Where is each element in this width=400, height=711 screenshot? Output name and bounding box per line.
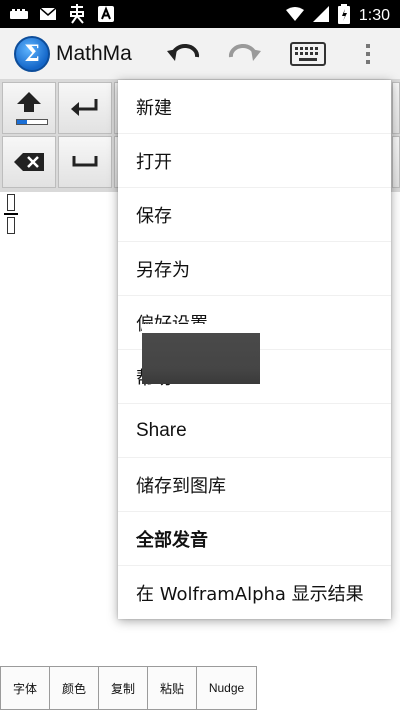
menu-item-wolframalpha[interactable]: 在 WolframAlpha 显示结果 <box>118 566 391 620</box>
overflow-menu-button[interactable] <box>354 34 382 74</box>
copy-button[interactable]: 复制 <box>98 666 148 710</box>
keypad-key-partial[interactable] <box>392 82 400 134</box>
menu-item-save-to-gallery[interactable]: 储存到图库 <box>118 458 391 512</box>
keyboard-button[interactable] <box>286 34 330 74</box>
fraction-template[interactable] <box>4 194 18 234</box>
shift-key[interactable] <box>2 82 56 134</box>
backspace-icon <box>14 153 44 171</box>
backspace-key[interactable] <box>2 136 56 188</box>
fraction-bar <box>4 213 18 215</box>
undo-icon <box>167 44 200 61</box>
wifi-icon <box>285 7 304 25</box>
mail-icon <box>39 7 57 24</box>
redaction-box <box>142 333 260 384</box>
menu-item-new[interactable]: 新建 <box>118 80 391 134</box>
keypad-key-partial[interactable] <box>392 136 400 188</box>
a-icon <box>98 6 114 26</box>
app-screen: 1:30 Σ MathMa 字体 颜色 复制 粘贴 Nudge 新建 打开 保存… <box>0 0 400 711</box>
shift-indicator <box>16 119 48 125</box>
redo-icon <box>228 44 261 61</box>
sd-card-icon <box>10 8 28 24</box>
shift-arrow-icon <box>17 92 41 112</box>
menu-item-save-as[interactable]: 另存为 <box>118 242 391 296</box>
redaction-top <box>142 324 260 333</box>
space-key[interactable] <box>58 136 112 188</box>
undo-button[interactable] <box>164 34 204 74</box>
paste-button[interactable]: 粘贴 <box>147 666 197 710</box>
signal-icon <box>312 6 329 26</box>
app-title: MathMa <box>56 42 132 65</box>
status-time: 1:30 <box>358 7 390 24</box>
menu-item-share[interactable]: Share <box>118 404 391 458</box>
enter-icon <box>71 99 98 116</box>
space-icon <box>72 156 98 167</box>
keyboard-icon <box>290 42 326 66</box>
app-notification-icon <box>68 4 86 28</box>
denominator-placeholder[interactable] <box>7 217 15 234</box>
menu-item-speak-all[interactable]: 全部发音 <box>118 512 391 566</box>
font-button[interactable]: 字体 <box>0 666 50 710</box>
redo-button[interactable] <box>224 34 264 74</box>
enter-key[interactable] <box>58 82 112 134</box>
app-logo-icon: Σ <box>14 36 50 72</box>
battery-icon <box>337 4 350 28</box>
overflow-menu-icon <box>366 44 370 64</box>
menu-item-save[interactable]: 保存 <box>118 188 391 242</box>
menu-item-open[interactable]: 打开 <box>118 134 391 188</box>
bottom-toolbar: 字体 颜色 复制 粘贴 Nudge <box>0 666 257 711</box>
status-bar: 1:30 <box>0 0 400 28</box>
app-toolbar: Σ MathMa <box>0 28 400 80</box>
nudge-button[interactable]: Nudge <box>196 666 257 710</box>
color-button[interactable]: 颜色 <box>49 666 99 710</box>
numerator-placeholder[interactable] <box>7 194 15 211</box>
